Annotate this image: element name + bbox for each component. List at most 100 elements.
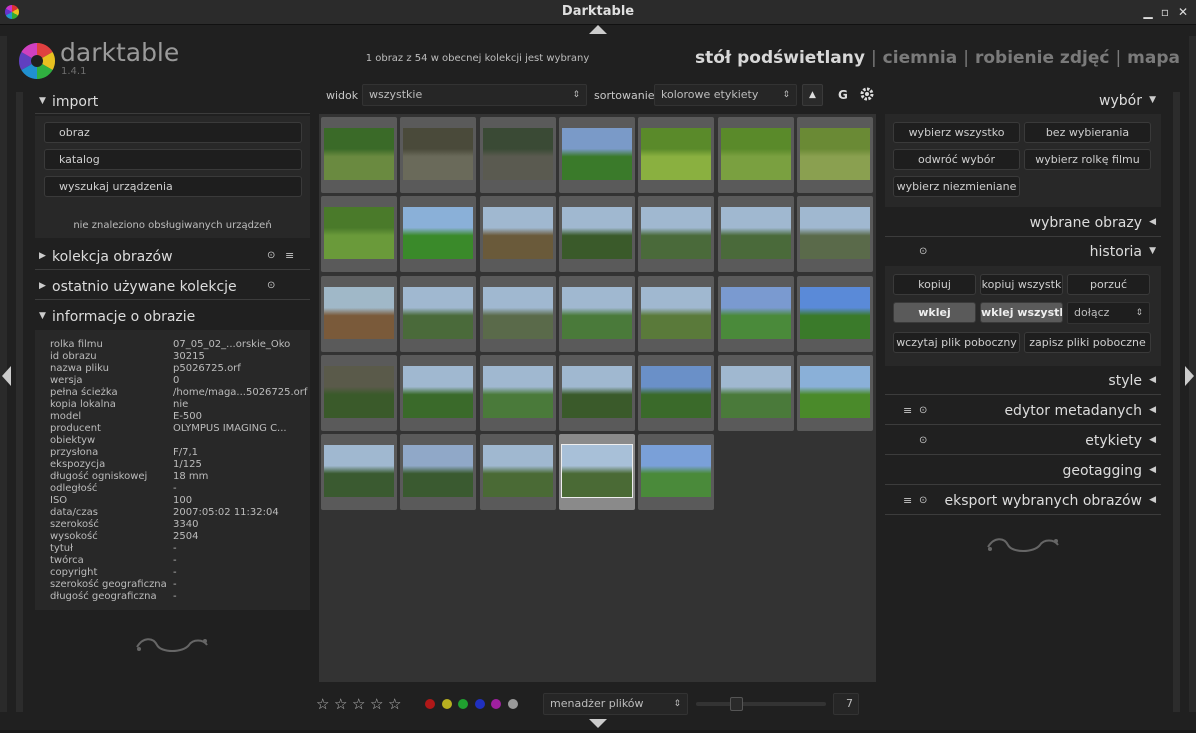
paste-all-button[interactable]: wklej wszystko (980, 302, 1063, 323)
load-sidecar-button[interactable]: wczytaj plik poboczny (893, 332, 1020, 353)
thumbnail[interactable] (400, 196, 477, 273)
sort-direction-button[interactable]: ▲ (802, 84, 823, 106)
thumbnail[interactable] (400, 275, 477, 352)
selected-images-header[interactable]: wybrane obrazy ◀ (885, 211, 1161, 237)
reset-icon[interactable]: ⊙ (919, 435, 927, 446)
scan-devices-button[interactable]: wyszukaj urządzenia (44, 176, 302, 197)
zoom-slider-handle[interactable] (730, 697, 743, 711)
thumbnail[interactable] (479, 196, 556, 273)
minimize-icon[interactable]: ▁ (1141, 5, 1155, 19)
thumbnail[interactable] (321, 354, 397, 431)
import-folder-button[interactable]: katalog (44, 149, 302, 170)
discard-button[interactable]: porzuć (1067, 274, 1150, 295)
thumbnail[interactable] (717, 117, 794, 193)
star-icon[interactable]: ☆ (316, 695, 329, 713)
thumbnail[interactable] (717, 275, 794, 352)
view-darkroom[interactable]: ciemnia (883, 48, 958, 68)
bottom-panel-toggle-icon[interactable] (589, 717, 607, 728)
thumbnail[interactable] (558, 117, 635, 193)
thumbnail[interactable] (479, 275, 556, 352)
view-tethering[interactable]: robienie zdjęć (975, 48, 1109, 68)
geotagging-header[interactable]: geotagging ◀ (885, 459, 1161, 485)
lighttable-grid[interactable] (319, 114, 876, 682)
thumbnail[interactable] (400, 434, 477, 511)
left-panel-toggle-icon[interactable] (1, 366, 11, 390)
select-none-button[interactable]: bez wybierania (1024, 122, 1151, 143)
color-label-icon[interactable] (458, 699, 468, 709)
paste-mode-combo[interactable]: dołącz ⇕ (1067, 302, 1150, 324)
color-label-icon[interactable] (507, 699, 518, 709)
color-label-icon[interactable] (425, 699, 435, 709)
import-image-button[interactable]: obraz (44, 122, 302, 143)
thumbnail[interactable] (558, 434, 635, 511)
presets-icon[interactable]: ≡ (903, 404, 912, 417)
star-icon[interactable]: ☆ (388, 695, 401, 713)
styles-header[interactable]: style ◀ (885, 369, 1161, 395)
collections-header[interactable]: ▶ kolekcja obrazów ⊙ ≡ (35, 244, 310, 270)
export-header[interactable]: ≡ ⊙ eksport wybranych obrazów ◀ (885, 489, 1161, 515)
thumbnail[interactable] (400, 117, 477, 193)
zoom-slider-track[interactable] (696, 702, 826, 706)
thumbnail[interactable] (558, 275, 635, 352)
thumbnail[interactable] (558, 354, 635, 431)
star-icon[interactable]: ☆ (352, 695, 365, 713)
thumbnail[interactable] (638, 196, 715, 273)
reset-icon[interactable]: ⊙ (919, 495, 927, 506)
thumbnail[interactable] (717, 354, 794, 431)
color-label-icon[interactable] (474, 699, 485, 709)
copy-button[interactable]: kopiuj (893, 274, 976, 295)
grouping-button[interactable]: G (838, 88, 848, 102)
thumbnail[interactable] (321, 117, 397, 193)
thumbnail[interactable] (479, 117, 556, 193)
maximize-icon[interactable]: ▫ (1158, 5, 1172, 19)
presets-icon[interactable]: ≡ (285, 249, 294, 262)
gear-icon[interactable] (859, 86, 875, 106)
star-icon[interactable]: ☆ (334, 695, 347, 713)
thumbnail[interactable] (717, 196, 794, 273)
import-header[interactable]: ▼ import (35, 90, 310, 114)
thumbnail[interactable] (638, 275, 715, 352)
color-label-icon[interactable] (491, 699, 501, 709)
thumbnail[interactable] (796, 117, 873, 193)
reset-icon[interactable]: ⊙ (267, 280, 275, 291)
view-filter-combo[interactable]: wszystkie ⇕ (362, 84, 587, 106)
write-sidecar-button[interactable]: zapisz pliki poboczne (1024, 332, 1151, 353)
select-film-roll-button[interactable]: wybierz rolkę filmu (1024, 149, 1151, 170)
thumbnail[interactable] (479, 354, 556, 431)
thumbnail[interactable] (796, 196, 873, 273)
thumbnail[interactable] (321, 196, 397, 273)
scroll-left-bar[interactable] (16, 92, 23, 712)
thumbnail[interactable] (321, 275, 397, 352)
invert-selection-button[interactable]: odwróć wybór (893, 149, 1020, 170)
thumbnail[interactable] (479, 434, 556, 511)
select-all-button[interactable]: wybierz wszystko (893, 122, 1020, 143)
thumbnail[interactable] (638, 354, 715, 431)
star-icon[interactable]: ☆ (370, 695, 383, 713)
sort-combo[interactable]: kolorowe etykiety ⇕ (654, 84, 797, 106)
thumbnail[interactable] (638, 117, 715, 193)
thumbnail[interactable] (400, 354, 477, 431)
paste-button[interactable]: wklej (893, 302, 976, 323)
filmstrip-mode-combo[interactable]: menadżer plików ⇕ (543, 693, 688, 715)
reset-icon[interactable]: ⊙ (267, 250, 275, 261)
thumbnail[interactable] (638, 434, 715, 511)
select-untouched-button[interactable]: wybierz niezmieniane (893, 176, 1020, 197)
reset-icon[interactable]: ⊙ (919, 405, 927, 416)
tagging-header[interactable]: ⊙ etykiety ◀ (885, 429, 1161, 455)
select-header[interactable]: wybór ▼ (885, 90, 1161, 114)
view-lighttable[interactable]: stół podświetlany (695, 48, 865, 68)
color-label-icon[interactable] (441, 699, 452, 709)
right-panel-toggle-icon[interactable] (1185, 366, 1195, 390)
image-info-header[interactable]: ▼ informacje o obrazie (35, 304, 310, 330)
thumbnail[interactable] (321, 434, 397, 511)
zoom-entry[interactable]: 7 (833, 693, 859, 715)
top-panel-toggle-icon[interactable] (589, 22, 607, 34)
close-icon[interactable]: ✕ (1176, 5, 1190, 19)
recent-collections-header[interactable]: ▶ ostatnio używane kolekcje ⊙ (35, 274, 310, 300)
thumbnail[interactable] (796, 354, 873, 431)
thumbnail[interactable] (558, 196, 635, 273)
presets-icon[interactable]: ≡ (903, 494, 912, 507)
metadata-editor-header[interactable]: ≡ ⊙ edytor metadanych ◀ (885, 399, 1161, 425)
copy-all-button[interactable]: kopiuj wszystk (980, 274, 1063, 295)
reset-icon[interactable]: ⊙ (919, 246, 927, 257)
